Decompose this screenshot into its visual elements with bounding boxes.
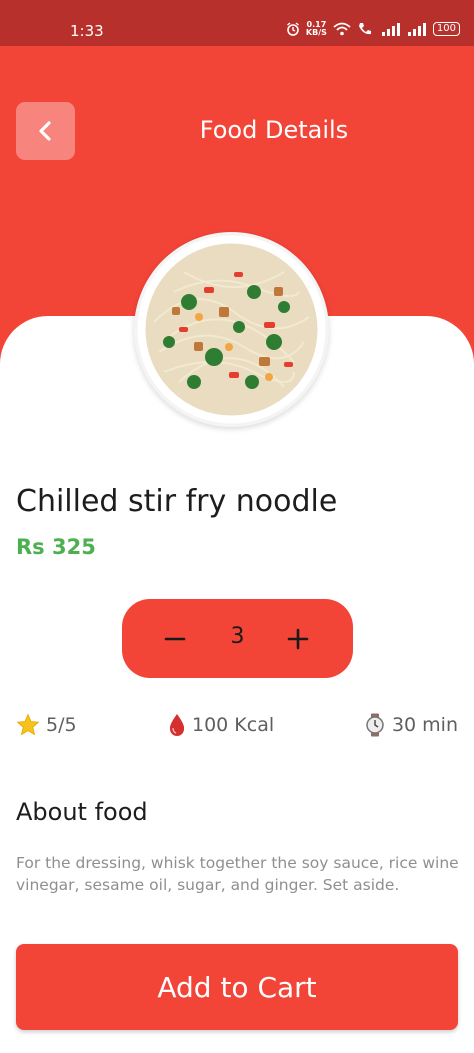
food-name: Chilled stir fry noodle [16, 484, 338, 519]
wifi-icon [333, 22, 351, 36]
rating: 5/5 [16, 713, 77, 737]
status-bar: 1:33 0.17 KB/S 100 [0, 0, 474, 46]
calories: 100 Kcal [168, 713, 274, 737]
add-to-cart-button[interactable]: Add to Cart [16, 944, 458, 1030]
signal-icon [381, 23, 400, 36]
cooking-time-value: 30 min [391, 714, 458, 736]
alarm-icon [286, 22, 299, 36]
network-speed: 0.17 KB/S [305, 20, 327, 37]
about-description: For the dressing, whisk together the soy… [16, 854, 459, 894]
plus-icon [287, 628, 309, 650]
increase-quantity-button[interactable] [276, 617, 320, 661]
cooking-time: 30 min [364, 713, 458, 737]
drop-icon [169, 714, 185, 736]
page-title: Food Details [199, 116, 349, 144]
calories-value: 100 Kcal [192, 714, 275, 736]
rating-value: 5/5 [46, 714, 77, 736]
status-time: 1:33 [70, 22, 104, 40]
star-icon [16, 713, 40, 736]
watch-icon [366, 713, 384, 737]
about-title: About food [16, 798, 148, 826]
status-icons: 0.17 KB/S 100 [286, 21, 460, 37]
battery-indicator: 100 [432, 22, 460, 36]
food-image [134, 232, 329, 427]
quantity-stepper: 3 [122, 599, 353, 678]
signal-icon-2 [407, 23, 426, 36]
call-icon [358, 23, 371, 35]
food-price: Rs 325 [16, 535, 96, 559]
